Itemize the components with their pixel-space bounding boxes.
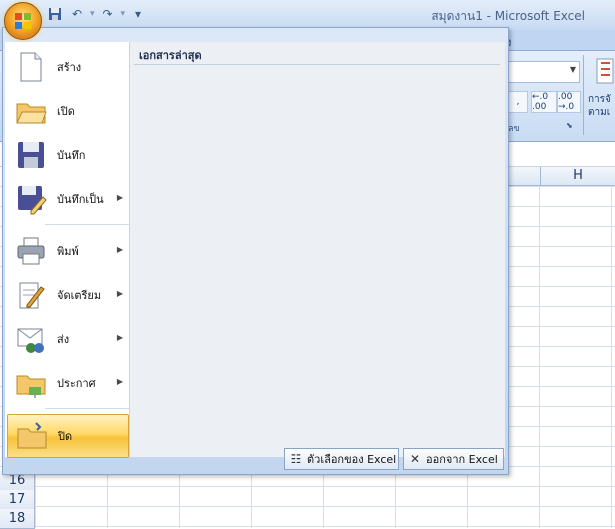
exit-excel-label: ออกจาก Excel — [426, 453, 498, 466]
submenu-arrow-icon: ▶ — [116, 377, 123, 386]
menu-item-prepare[interactable]: จัดเตรียม ▶ — [7, 274, 127, 316]
row-header-18[interactable]: 18 — [0, 509, 35, 529]
menu-item-label: ประกาศ — [57, 377, 96, 390]
redo-icon[interactable]: ↷ — [99, 5, 117, 23]
menu-item-label: จัดเตรียม — [57, 289, 102, 302]
publish-icon — [15, 367, 47, 399]
save-as-icon — [15, 183, 47, 215]
menu-item-label: สร้าง — [57, 61, 82, 74]
submenu-arrow-icon: ▶ — [116, 245, 123, 254]
dialog-launcher-icon[interactable]: ⬊ — [566, 121, 573, 130]
exit-excel-button[interactable]: ✕ ออกจาก Excel — [403, 448, 504, 470]
menu-item-save-as[interactable]: บันทึกเป็น ▶ — [7, 178, 127, 220]
undo-icon[interactable]: ↶ — [68, 5, 86, 23]
column-header-h[interactable]: H — [541, 167, 615, 186]
conditional-format-label-1: การจั — [588, 94, 611, 105]
chevron-down-icon[interactable]: ▼ — [570, 65, 576, 74]
printer-icon — [15, 235, 47, 267]
recent-documents-title: เอกสารล่าสุด — [139, 49, 202, 62]
menu-item-label: บันทึก — [57, 149, 86, 162]
conditional-format-label-2: ตามเ — [588, 107, 611, 118]
number-group-label: ลข — [508, 124, 520, 134]
close-folder-icon — [16, 420, 48, 452]
quick-access-toolbar: ↶ ▾ ↷ ▾ ▾ — [46, 4, 156, 24]
submenu-arrow-icon: ▶ — [116, 193, 123, 202]
excel-options-button[interactable]: ☷ ตัวเลือกของ Excel — [284, 448, 399, 470]
group-divider — [583, 55, 584, 135]
undo-dropdown-icon[interactable]: ▾ — [90, 9, 95, 19]
office-button[interactable] — [4, 2, 42, 40]
office-menu: สร้าง เปิด บันทึก บันทึกเป็น ▶ พิมพ์ ▶ จ… — [2, 27, 509, 475]
save-disk-icon — [15, 139, 47, 171]
menu-divider — [45, 408, 129, 409]
submenu-arrow-icon: ▶ — [116, 289, 123, 298]
row-header-17[interactable]: 17 — [0, 490, 35, 510]
menu-item-label: เปิด — [57, 105, 75, 118]
menu-divider — [45, 224, 129, 225]
menu-item-label: พิมพ์ — [57, 245, 79, 258]
menu-item-send[interactable]: ส่ง ▶ — [7, 318, 127, 360]
menu-item-open[interactable]: เปิด — [7, 90, 127, 132]
decrease-decimal-button[interactable]: .00 →.0 — [557, 91, 581, 113]
menu-item-save[interactable]: บันทึก — [7, 134, 127, 176]
menu-command-list: สร้าง เปิด บันทึก บันทึกเป็น ▶ พิมพ์ ▶ จ… — [5, 42, 130, 458]
close-icon: ✕ — [409, 452, 421, 466]
prepare-icon — [15, 279, 47, 311]
conditional-format-button[interactable]: การจั ตามเ — [588, 93, 611, 119]
submenu-arrow-icon: ▶ — [116, 333, 123, 342]
send-icon — [15, 323, 47, 355]
menu-item-new[interactable]: สร้าง — [7, 46, 127, 88]
office-logo-icon — [15, 13, 31, 29]
menu-item-label: ส่ง — [57, 333, 70, 346]
number-format-combo[interactable]: ▼ — [508, 61, 580, 83]
increase-decimal-button[interactable]: ←.0 .00 — [531, 91, 557, 113]
open-folder-icon — [15, 95, 47, 127]
menu-item-close[interactable]: ปิด — [7, 414, 129, 458]
window-title: สมุดงาน1 - Microsoft Excel — [431, 9, 585, 23]
recent-documents-panel: เอกสารล่าสุด — [130, 42, 505, 457]
customize-toolbar-icon[interactable]: ▾ — [129, 5, 147, 23]
comma-style-button[interactable]: , — [508, 91, 528, 113]
new-document-icon — [15, 51, 47, 83]
recent-documents-divider — [134, 64, 500, 65]
save-icon[interactable] — [46, 5, 64, 23]
conditional-format-icon[interactable] — [596, 57, 614, 85]
menu-item-print[interactable]: พิมพ์ ▶ — [7, 230, 127, 272]
redo-dropdown-icon[interactable]: ▾ — [121, 9, 126, 19]
menu-item-label: บันทึกเป็น — [57, 193, 104, 206]
menu-item-label: ปิด — [58, 430, 73, 443]
excel-options-label: ตัวเลือกของ Excel — [307, 453, 397, 466]
menu-item-publish[interactable]: ประกาศ ▶ — [7, 362, 127, 404]
options-icon: ☷ — [290, 452, 302, 466]
